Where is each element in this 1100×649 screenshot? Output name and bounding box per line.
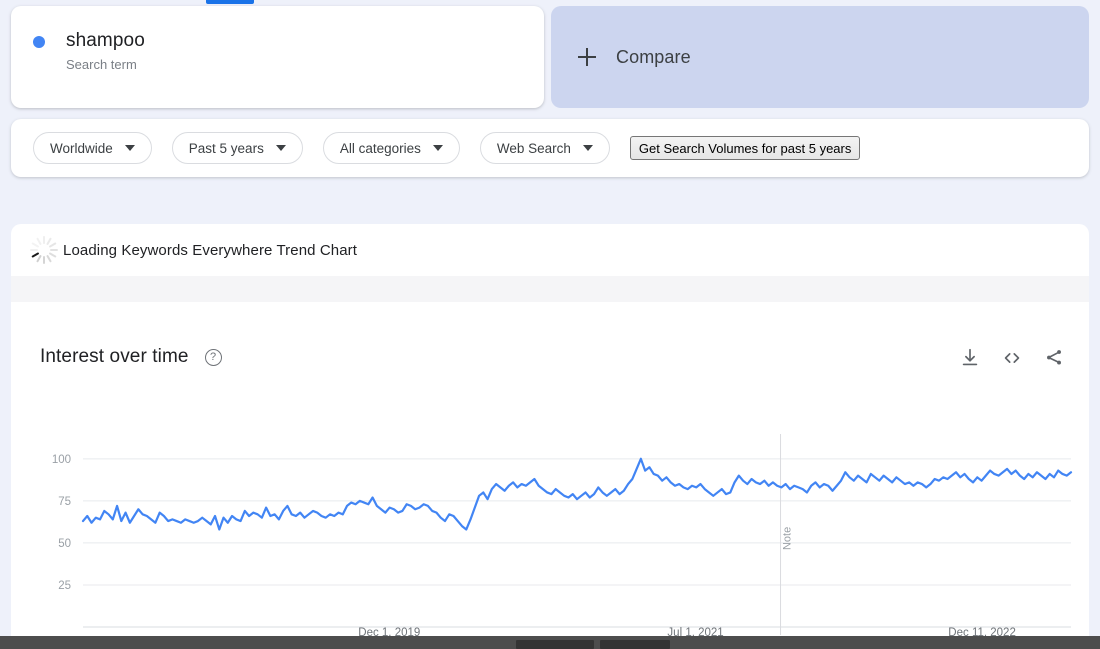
filter-bar: Worldwide Past 5 years All categories We… xyxy=(11,119,1089,177)
filter-chip-category-label: All categories xyxy=(339,140,421,156)
panel-gap xyxy=(11,276,1089,302)
compare-button[interactable]: Compare xyxy=(578,47,691,68)
interest-over-time-plot: 100 75 50 25 Note Dec 1, 2019 Jul 1, 2021 Dec 1… xyxy=(11,432,1089,637)
help-circle-icon[interactable]: ? xyxy=(204,348,222,366)
chevron-down-icon xyxy=(124,145,135,151)
chart-header: Interest over time ? xyxy=(40,346,222,368)
embed-code-icon[interactable] xyxy=(1001,347,1023,369)
filter-chip-location-label: Worldwide xyxy=(50,140,113,156)
search-term-row: shampoo Search term Compare xyxy=(0,6,1100,110)
interest-over-time-card: Interest over time ? 100 75 50 25 Note D… xyxy=(11,302,1089,637)
note-annotation-label[interactable]: Note xyxy=(782,527,794,550)
search-term-label: shampoo xyxy=(66,30,145,51)
search-term-subtitle: Search term xyxy=(66,57,137,72)
chevron-down-icon xyxy=(432,145,443,151)
y-axis-tick-label: 75 xyxy=(58,496,71,508)
search-term-card-content: shampoo Search term xyxy=(33,28,145,75)
taskbar-window-b[interactable] xyxy=(600,640,670,649)
app-window: shampoo Search term Compare Worldwide Pa… xyxy=(0,0,1100,649)
y-axis-tick-label: 50 xyxy=(58,538,71,550)
plus-icon xyxy=(578,48,596,66)
chart-series-line[interactable] xyxy=(81,457,1073,531)
loading-banner: Loading Keywords Everywhere Trend Chart xyxy=(11,224,1089,276)
os-taskbar[interactable] xyxy=(0,636,1100,649)
chart-svg: 100755025NoteDec 1, 2019 Jul 1, 2021 Dec 1… xyxy=(52,434,1073,637)
download-icon[interactable] xyxy=(959,347,981,369)
filter-chip-search-type-label: Web Search xyxy=(496,140,571,156)
search-term-card[interactable]: shampoo Search term xyxy=(11,6,544,108)
filter-chip-location[interactable]: Worldwide xyxy=(33,132,152,164)
chart-action-bar xyxy=(959,347,1065,369)
share-icon[interactable] xyxy=(1043,347,1065,369)
y-axis-tick-label: 100 xyxy=(52,454,71,466)
compare-panel[interactable]: Compare xyxy=(551,6,1089,108)
filter-chip-search-type[interactable]: Web Search xyxy=(479,132,610,164)
chevron-down-icon xyxy=(275,145,286,151)
chevron-down-icon xyxy=(582,145,593,151)
taskbar-window-a[interactable] xyxy=(516,640,594,649)
y-axis-tick-label: 25 xyxy=(58,580,71,592)
chart-title: Interest over time xyxy=(40,346,189,367)
spinner-icon xyxy=(29,235,59,265)
search-term-text: shampoo Search term xyxy=(66,28,145,75)
active-tab-indicator[interactable] xyxy=(206,0,254,4)
compare-label: Compare xyxy=(616,46,691,67)
filter-chip-timerange[interactable]: Past 5 years xyxy=(171,132,303,164)
filter-chip-category[interactable]: All categories xyxy=(322,132,460,164)
get-search-volumes-button[interactable]: Get Search Volumes for past 5 years xyxy=(629,136,861,160)
loading-text: Loading Keywords Everywhere Trend Chart xyxy=(63,241,358,259)
series-color-dot xyxy=(33,36,45,48)
filter-chip-timerange-label: Past 5 years xyxy=(188,140,264,156)
